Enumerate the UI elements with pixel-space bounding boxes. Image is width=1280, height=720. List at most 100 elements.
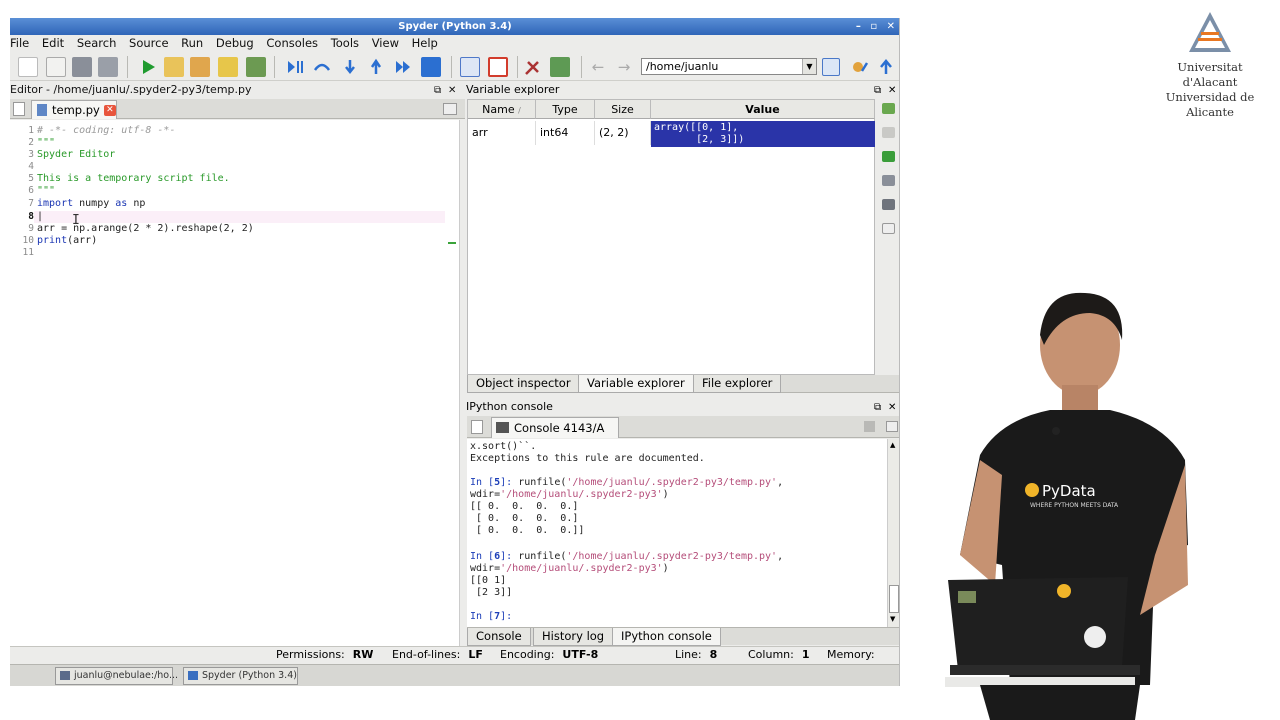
pythonpath-icon[interactable] xyxy=(550,57,570,77)
debug-icon[interactable] xyxy=(246,57,266,77)
options-menu-icon[interactable] xyxy=(443,103,457,115)
taskbar-spacer xyxy=(308,667,368,685)
code-line: This is a temporary script file. xyxy=(37,173,230,184)
preferences-icon[interactable] xyxy=(523,57,543,77)
menu-search[interactable]: Search xyxy=(77,36,117,50)
debug-continue-icon[interactable] xyxy=(285,57,305,77)
taskbar: juanlu@nebulae:/ho... Spyder (Python 3.4… xyxy=(10,664,899,686)
maximize-pane-icon[interactable] xyxy=(460,57,480,77)
run-icon[interactable] xyxy=(138,57,158,77)
close-tab-icon[interactable]: ✕ xyxy=(103,105,116,116)
cell-value[interactable]: array([[0, 1], [2, 3]]) xyxy=(651,121,875,147)
run-cell-advance-icon[interactable] xyxy=(190,57,210,77)
memory-status: Memory: xyxy=(827,648,875,661)
close-icon[interactable]: ✕ xyxy=(888,400,896,416)
options-menu-icon[interactable] xyxy=(886,421,898,432)
menu-run[interactable]: Run xyxy=(181,36,203,50)
menu-view[interactable]: View xyxy=(372,36,399,50)
save-all-icon[interactable] xyxy=(98,57,118,77)
cell-name[interactable]: arr xyxy=(468,121,536,145)
console-line: In [5]: runfile('/home/juanlu/.spyder2-p… xyxy=(470,477,784,488)
step-icon[interactable] xyxy=(312,57,332,77)
tab-object-inspector[interactable]: Object inspector xyxy=(467,375,580,393)
tab-console-plain[interactable]: Console xyxy=(467,628,531,646)
column-header-value[interactable]: Value xyxy=(651,100,875,119)
window-controls[interactable]: – ▫ ✕ xyxy=(856,18,898,35)
tab-console[interactable]: Console 4143/A✕ xyxy=(491,417,619,454)
ipython-console-output[interactable]: x.sort()``. Exceptions to this rule are … xyxy=(467,439,887,627)
change-to-file-dir-icon[interactable] xyxy=(850,57,870,77)
university-name-spanish: Universidad de Alicante xyxy=(1165,90,1255,119)
interrupt-kernel-icon[interactable] xyxy=(864,421,875,432)
stop-debug-icon[interactable] xyxy=(421,57,441,77)
tab-file-explorer[interactable]: File explorer xyxy=(693,375,782,393)
step-into-icon[interactable] xyxy=(340,57,360,77)
tab-history-log[interactable]: History log xyxy=(533,628,614,646)
working-directory-combo[interactable]: /home/juanlu ▼ xyxy=(641,58,817,75)
code-editor[interactable]: 1 2 3 4 5 6 7 8 9 10 11 # -*- coding: ut… xyxy=(10,120,460,650)
window-titlebar[interactable]: Spyder (Python 3.4) – ▫ ✕ xyxy=(10,18,899,35)
laptop-pydata-logo-icon xyxy=(1057,584,1071,598)
save-data-icon[interactable] xyxy=(882,175,895,186)
taskbar-item-terminal[interactable]: juanlu@nebulae:/ho... xyxy=(55,667,178,685)
save-data-as-icon[interactable] xyxy=(882,199,895,210)
tab-ipython-console[interactable]: IPython console xyxy=(612,628,721,646)
forward-arrow-icon[interactable]: → xyxy=(614,57,634,77)
console-line: [ 0. 0. 0. 0.]] xyxy=(470,525,585,536)
close-icon[interactable]: ✕ xyxy=(448,83,456,99)
menu-source[interactable]: Source xyxy=(129,36,169,50)
code-line: import numpy as np xyxy=(37,198,146,209)
menu-consoles[interactable]: Consoles xyxy=(266,36,318,50)
continue-icon[interactable] xyxy=(393,57,413,77)
browse-directory-icon[interactable] xyxy=(822,58,840,76)
import-data-icon[interactable] xyxy=(882,103,895,114)
ipython-console-title: IPython console xyxy=(466,400,553,413)
variable-table[interactable]: Name / Type Size Value arr int64 (2, 2) … xyxy=(467,99,875,375)
new-file-icon[interactable] xyxy=(18,57,38,77)
download-icon[interactable] xyxy=(882,151,895,162)
undock-icon[interactable]: ⧉ xyxy=(434,83,441,99)
cell-size[interactable]: (2, 2) xyxy=(595,121,651,145)
open-file-icon[interactable] xyxy=(46,57,66,77)
tab-temp-py[interactable]: temp.py ✕ xyxy=(31,100,117,119)
options-menu-icon[interactable] xyxy=(882,223,895,234)
console-line: wdir='/home/juanlu/.spyder2-py3') xyxy=(470,489,669,500)
presenter-laptop xyxy=(948,577,1128,670)
chevron-down-icon[interactable]: ▼ xyxy=(802,59,816,74)
refresh-icon[interactable] xyxy=(882,127,895,138)
taskbar-item-spyder[interactable]: Spyder (Python 3.4) xyxy=(183,667,298,685)
step-return-icon[interactable] xyxy=(366,57,386,77)
column-header-name[interactable]: Name / xyxy=(468,100,536,119)
run-cell-icon[interactable] xyxy=(164,57,184,77)
console-prompt[interactable]: In [7]: xyxy=(470,611,512,622)
console-scrollbar[interactable]: ▲ ▼ xyxy=(887,439,899,627)
undock-icon[interactable]: ⧉ xyxy=(874,400,881,416)
tab-console-label: Console 4143/A xyxy=(514,421,605,435)
scroll-up-icon[interactable]: ▲ xyxy=(890,441,895,449)
parent-directory-icon[interactable] xyxy=(876,57,896,77)
python-file-icon xyxy=(37,104,47,116)
console-line: [[ 0. 0. 0. 0.] xyxy=(470,501,579,512)
menu-debug[interactable]: Debug xyxy=(216,36,254,50)
column-header-size[interactable]: Size xyxy=(595,100,651,119)
undock-icon[interactable]: ⧉ xyxy=(874,83,881,99)
run-selection-icon[interactable] xyxy=(218,57,238,77)
back-arrow-icon[interactable]: ← xyxy=(588,57,608,77)
console-line: x.sort()``. xyxy=(470,441,537,452)
save-icon[interactable] xyxy=(72,57,92,77)
tab-variable-explorer[interactable]: Variable explorer xyxy=(578,375,694,393)
fullscreen-icon[interactable] xyxy=(488,57,508,77)
menu-tools[interactable]: Tools xyxy=(331,36,359,50)
column-header-type[interactable]: Type xyxy=(536,100,595,119)
shirt-tagline: WHERE PYTHON MEETS DATA xyxy=(1030,502,1119,509)
university-logo: Universitat d'Alacant Universidad de Ali… xyxy=(1150,8,1270,119)
scrollbar-thumb[interactable] xyxy=(889,585,899,613)
close-icon[interactable]: ✕ xyxy=(888,83,896,99)
menu-help[interactable]: Help xyxy=(412,36,438,50)
browse-tabs-icon[interactable] xyxy=(471,420,483,434)
browse-tabs-icon[interactable] xyxy=(13,102,25,116)
cell-type[interactable]: int64 xyxy=(536,121,595,145)
scroll-down-icon[interactable]: ▼ xyxy=(890,615,895,623)
menu-file[interactable]: File xyxy=(10,36,29,50)
menu-edit[interactable]: Edit xyxy=(42,36,64,50)
